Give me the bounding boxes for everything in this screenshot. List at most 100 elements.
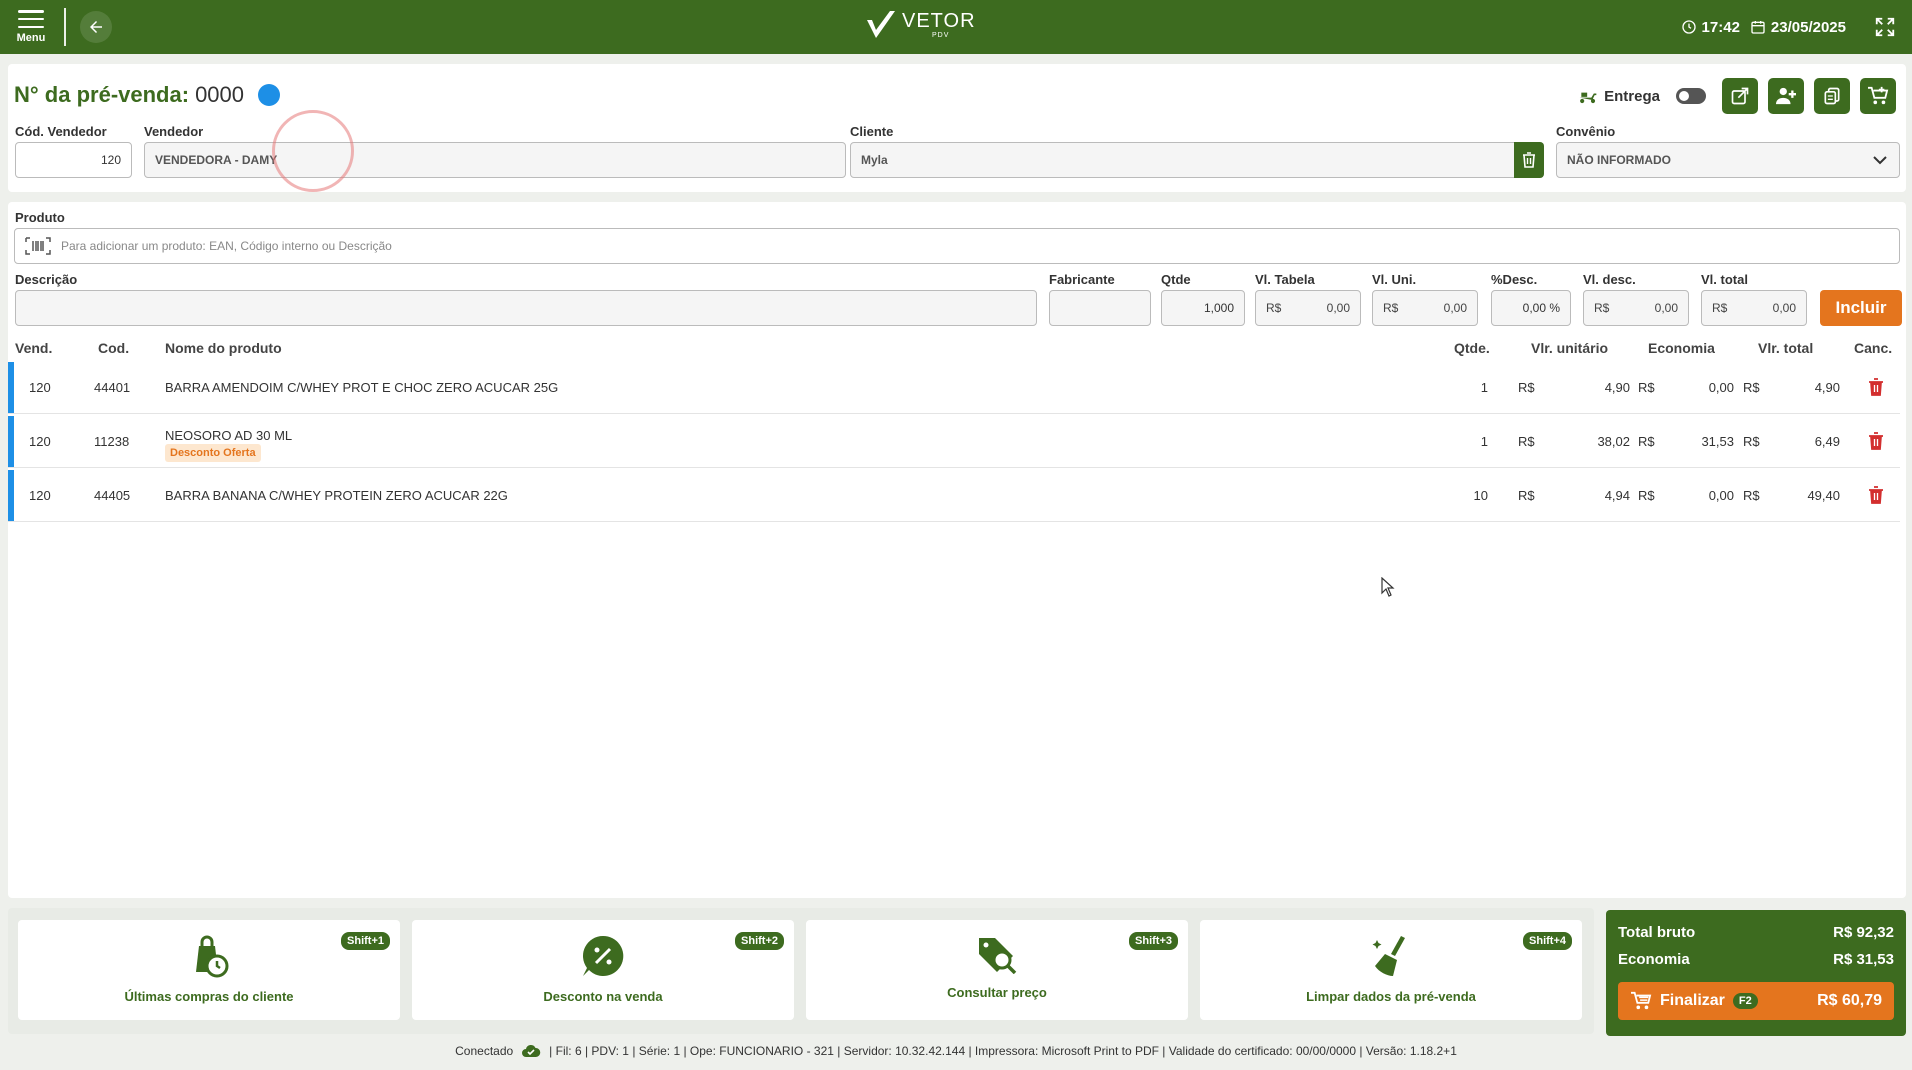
cell-cod: 44401 — [94, 380, 131, 395]
vl-uni-value: 0,00 — [1443, 301, 1467, 315]
cell-vend: 120 — [29, 488, 51, 503]
col-qtde: Qtde. — [1454, 340, 1490, 356]
vendedor-input[interactable]: VENDEDORA - DAMY — [144, 142, 846, 178]
cell-nome: NEOSORO AD 30 ML — [165, 428, 293, 443]
shortcut-limpar[interactable]: Shift+4 Limpar dados da pré-venda — [1200, 920, 1582, 1020]
finalizar-label: Finalizar — [1660, 992, 1725, 1009]
shortcut-label: Desconto na venda — [543, 989, 663, 1004]
cell-unit: 38,02 — [1597, 434, 1630, 449]
row-marker — [8, 416, 14, 467]
delete-item-button[interactable] — [1868, 432, 1884, 455]
status-dot — [258, 84, 281, 106]
fabricante-input[interactable] — [1049, 290, 1151, 326]
product-search-placeholder: Para adicionar um produto: EAN, Código i… — [61, 239, 392, 253]
cell-cod: 44405 — [94, 488, 131, 503]
entrega-switch[interactable] — [1676, 88, 1706, 104]
table-row[interactable]: 120 11238 NEOSORO AD 30 ML Desconto Oferta 1… — [8, 416, 1900, 468]
status-bar: Conectado | Fil: 6 | PDV: 1 | Série: 1 |… — [0, 1044, 1912, 1058]
vendedor-label: Vendedor — [144, 124, 204, 139]
finalizar-value: R$ 60,79 — [1817, 992, 1882, 1009]
product-area: Produto Para adicionar um produto: EAN, … — [8, 202, 1906, 898]
pct-desc-input[interactable]: 0,00 % — [1491, 290, 1571, 326]
title-label: N° da pré-venda: — [14, 82, 190, 107]
cell-total: 6,49 — [1814, 434, 1840, 449]
delete-item-button[interactable] — [1868, 486, 1884, 509]
trash-icon — [1523, 152, 1535, 168]
cell-vend: 120 — [29, 434, 51, 449]
delete-item-button[interactable] — [1868, 378, 1884, 401]
currency-label: R$ — [1266, 301, 1282, 315]
descricao-input[interactable] — [15, 290, 1037, 326]
add-client-button[interactable] — [1768, 78, 1804, 114]
vl-uni-input[interactable]: R$ 0,00 — [1372, 290, 1478, 326]
shortcut-desconto[interactable]: Shift+2 Desconto na venda — [412, 920, 794, 1020]
vl-tabela-label: Vl. Tabela — [1255, 272, 1315, 287]
currency-label: R$ — [1594, 301, 1610, 315]
table-row[interactable]: 120 44401 BARRA AMENDOIM C/WHEY PROT E CHO… — [8, 362, 1900, 414]
pre-venda-number: 0000 — [195, 82, 245, 107]
vl-desc-input[interactable]: R$ 0,00 — [1583, 290, 1689, 326]
total-bruto-label: Total bruto — [1618, 924, 1696, 941]
cod-vendedor-input[interactable]: 120 — [15, 142, 132, 178]
cell-economia: 0,00 — [1708, 380, 1734, 395]
currency-label: R$ — [1712, 301, 1728, 315]
convenio-select[interactable]: NÃO INFORMADO — [1556, 142, 1900, 178]
totals-panel: Total bruto R$ 92,32 Economia R$ 31,53 F… — [1606, 910, 1906, 1036]
cell-economia: 0,00 — [1708, 488, 1734, 503]
vl-tabela-value: 0,00 — [1326, 301, 1350, 315]
cell-economia: 31,53 — [1701, 434, 1734, 449]
topbar-divider — [64, 8, 66, 46]
shortcut-consultar-preco[interactable]: Shift+3 Consultar preço — [806, 920, 1188, 1020]
app-logo: VETOR PDV — [864, 8, 976, 42]
cell-unit-currency: R$ — [1518, 434, 1535, 449]
cart-button[interactable] — [1860, 78, 1896, 114]
menu-button[interactable]: Menu — [0, 0, 62, 54]
qtde-input[interactable]: 1,000 — [1161, 290, 1245, 326]
date: 23/05/2025 — [1750, 19, 1846, 36]
total-bruto-line: Total bruto R$ 92,32 — [1618, 924, 1894, 941]
add-user-icon — [1776, 87, 1796, 105]
col-cod: Cod. — [98, 340, 130, 356]
cell-qtde: 10 — [1473, 488, 1488, 503]
shortcut-key: Shift+1 — [341, 932, 390, 950]
vl-desc-value: 0,00 — [1654, 301, 1678, 315]
incluir-button[interactable]: Incluir — [1820, 290, 1902, 326]
convenio-label: Convênio — [1556, 124, 1616, 139]
shortcut-label: Consultar preço — [947, 985, 1047, 1000]
cell-cod: 11238 — [94, 434, 130, 449]
cell-unit-currency: R$ — [1518, 380, 1535, 395]
col-vend: Vend. — [15, 340, 53, 356]
cloud-connected-icon — [522, 1044, 541, 1057]
cliente-label: Cliente — [850, 124, 894, 139]
copy-button[interactable] — [1814, 78, 1850, 114]
fullscreen-button[interactable] — [1874, 16, 1896, 38]
trash-icon — [1869, 432, 1883, 450]
cell-economia-currency: R$ — [1638, 434, 1655, 449]
finalizar-button[interactable]: Finalizar F2 R$ 60,79 — [1618, 982, 1894, 1020]
clear-client-button[interactable] — [1514, 142, 1544, 178]
shortcut-ultimas-compras[interactable]: Shift+1 Últimas compras do cliente — [18, 920, 400, 1020]
finalizar-key: F2 — [1732, 993, 1758, 1009]
bag-clock-icon — [189, 934, 229, 983]
cliente-input[interactable]: Myla — [850, 142, 1518, 178]
cart-icon — [1631, 991, 1652, 1010]
vl-total-input[interactable]: R$ 0,00 — [1701, 290, 1807, 326]
cell-qtde: 1 — [1480, 380, 1488, 395]
broom-icon — [1369, 934, 1413, 985]
cell-nome: BARRA AMENDOIM C/WHEY PROT E CHOC ZERO A… — [165, 380, 559, 395]
logo-sub: PDV — [932, 32, 950, 39]
back-button[interactable] — [80, 11, 112, 43]
shortcut-key: Shift+4 — [1523, 932, 1572, 950]
click-indicator — [272, 110, 354, 192]
vl-tabela-input[interactable]: R$ 0,00 — [1255, 290, 1361, 326]
cart-icon — [1868, 86, 1889, 105]
price-tag-search-icon — [975, 934, 1019, 979]
share-button[interactable] — [1722, 78, 1758, 114]
entrega-toggle[interactable]: Entrega — [1578, 87, 1706, 105]
row-marker — [8, 362, 14, 413]
product-search-input[interactable]: Para adicionar um produto: EAN, Código i… — [14, 228, 1900, 264]
fullscreen-icon — [1875, 17, 1895, 37]
qtde-label: Qtde — [1161, 272, 1191, 287]
header-actions: Entrega — [1578, 78, 1896, 114]
table-row[interactable]: 120 44405 BARRA BANANA C/WHEY PROTEIN ZERO… — [8, 470, 1900, 522]
